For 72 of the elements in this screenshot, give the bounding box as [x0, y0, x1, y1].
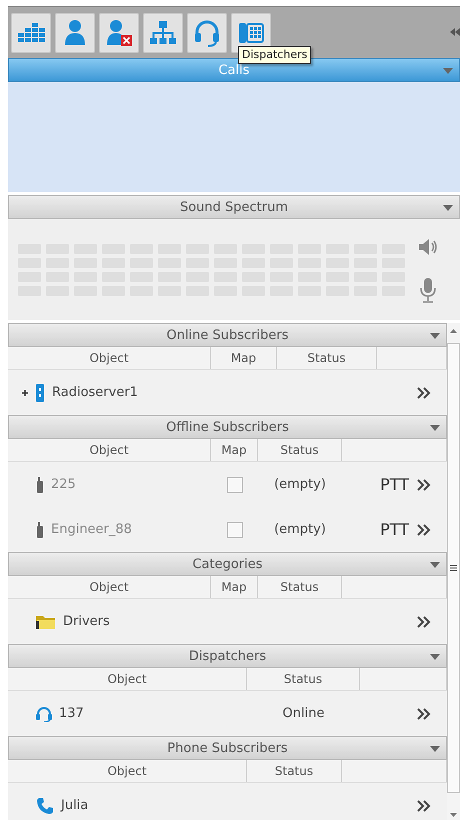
radio-server-icon — [35, 384, 45, 402]
caret-icon[interactable] — [430, 746, 440, 752]
map-checkbox[interactable] — [226, 476, 242, 492]
folder-icon — [36, 614, 56, 628]
caret-icon[interactable] — [443, 68, 453, 74]
column-header[interactable]: Object — [8, 760, 247, 782]
headset-icon — [36, 706, 52, 722]
column-header[interactable]: Object — [8, 347, 211, 369]
list-row[interactable]: 225 (empty) PTT — [8, 462, 447, 507]
walkie-talkie-icon — [36, 476, 44, 492]
column-header[interactable]: Map — [211, 576, 258, 598]
column-header[interactable]: Map — [211, 347, 277, 369]
column-header[interactable]: Object — [8, 576, 211, 598]
person-remove-icon — [105, 18, 133, 46]
column-header[interactable]: Status — [277, 347, 377, 369]
phone-icon — [36, 796, 54, 814]
map-checkbox[interactable] — [226, 522, 242, 538]
hierarchy-icon — [149, 18, 177, 46]
scroll-up-icon[interactable] — [450, 329, 457, 333]
collapse-icon[interactable] — [450, 27, 460, 37]
object-name: Engineer_88 — [51, 522, 132, 537]
headset-icon — [193, 18, 221, 46]
person-remove-button[interactable] — [99, 12, 139, 52]
grip-icon — [450, 565, 457, 571]
column-header[interactable]: Status — [258, 576, 342, 598]
column-header[interactable]: Status — [247, 668, 360, 690]
status-text: (empty) — [274, 522, 326, 537]
tooltip: Dispatchers — [238, 46, 312, 64]
caret-icon[interactable] — [430, 654, 440, 660]
object-name: Julia — [61, 798, 88, 813]
microphone-icon[interactable] — [417, 276, 439, 302]
list-row[interactable]: Engineer_88 (empty) PTT — [8, 507, 447, 552]
forward-icon[interactable] — [417, 800, 431, 812]
panel-header[interactable]: Offline Subscribers — [8, 415, 447, 439]
caret-icon[interactable] — [430, 333, 440, 339]
forward-icon[interactable] — [417, 478, 431, 490]
object-name: Drivers — [63, 614, 110, 629]
column-header[interactable]: Status — [258, 439, 342, 461]
forward-icon[interactable] — [417, 708, 431, 720]
forward-icon[interactable] — [417, 616, 431, 628]
column-header[interactable]: Object — [8, 668, 247, 690]
column-header[interactable]: Status — [247, 760, 342, 782]
status-text: Online — [282, 706, 324, 721]
object-name: Radioserver1 — [52, 385, 138, 400]
person-button[interactable] — [55, 12, 95, 52]
object-name: 225 — [51, 477, 76, 492]
panel-header[interactable]: Online Subscribers — [8, 323, 447, 347]
list-row[interactable]: Julia — [8, 783, 447, 820]
status-text: (empty) — [274, 477, 326, 492]
ptt-button[interactable]: PTT — [380, 475, 409, 494]
scroll-down-icon[interactable] — [450, 813, 457, 817]
panel-header[interactable]: Dispatchers — [8, 644, 447, 668]
panel-header[interactable]: Phone Subscribers — [8, 736, 447, 760]
expand-icon[interactable] — [22, 390, 28, 396]
caret-icon[interactable] — [430, 562, 440, 568]
object-name: 137 — [59, 706, 84, 721]
speaker-icon[interactable] — [417, 236, 439, 256]
list-row[interactable]: Radioserver1 — [8, 370, 447, 415]
walkie-talkie-icon — [36, 522, 44, 538]
panel-header[interactable]: Categories — [8, 552, 447, 576]
list-row[interactable]: 137 Online — [8, 691, 447, 736]
ptt-button[interactable]: PTT — [380, 520, 409, 539]
caret-icon[interactable] — [430, 425, 440, 431]
column-header[interactable]: Map — [211, 439, 258, 461]
caret-icon[interactable] — [443, 205, 453, 211]
forward-icon[interactable] — [417, 524, 431, 536]
column-header[interactable]: Object — [8, 439, 211, 461]
bars-button[interactable] — [11, 12, 51, 52]
forward-icon[interactable] — [417, 386, 431, 398]
hierarchy-button[interactable] — [143, 12, 183, 52]
panel-header[interactable]: Sound Spectrum — [8, 195, 460, 219]
list-row[interactable]: Drivers — [8, 599, 447, 644]
